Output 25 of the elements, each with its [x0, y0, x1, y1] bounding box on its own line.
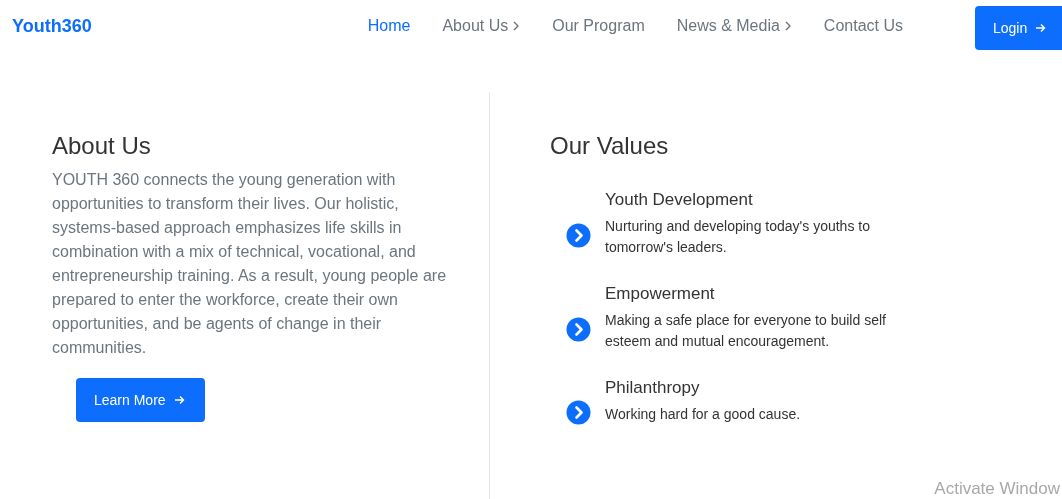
activation-notice: Activate Window: [934, 479, 1060, 499]
chevron-circle-icon: [566, 316, 591, 342]
nav-link[interactable]: Our Program: [552, 17, 645, 35]
about-text: YOUTH 360 connects the young generation with opportunities to transform their lives. Our holistic, systems-based approach emphasizes life skills in combination with a mix of technical, vocational, and entrepreneurship training. As a result, young people are prepared to enter the workforce, create their own opportunities, and be agents of change in their communities.: [52, 170, 448, 358]
chevron-circle-icon: [566, 222, 591, 248]
arrow-icon: [173, 395, 185, 405]
nav-link[interactable]: News & Media: [676, 17, 792, 35]
value-title: Empowerment: [605, 284, 716, 304]
learn-more-button[interactable]: Learn More: [76, 378, 205, 422]
nav-link[interactable]: Home: [367, 17, 411, 35]
section-title: Our Values: [550, 132, 670, 160]
section-title: About Us: [52, 132, 152, 160]
logo[interactable]: Youth360: [12, 15, 92, 37]
value-title: Youth Development: [605, 190, 754, 210]
arrow-icon: [1035, 23, 1047, 33]
nav-link[interactable]: Contact Us: [823, 17, 903, 35]
chevron-circle-icon: [566, 400, 591, 425]
value-text: Nurturing and developing today's youths to tomorrow's leaders.: [605, 217, 871, 257]
value-text: Making a safe place for everyone to build self esteem and mutual encouragement.: [605, 311, 887, 351]
chevron-icon: [512, 21, 521, 31]
chevron-icon: [783, 21, 792, 31]
nav-link[interactable]: About Us: [442, 17, 521, 35]
value-text: Working hard for a good cause.: [605, 405, 802, 424]
value-title: Philanthropy: [605, 378, 701, 398]
login-button[interactable]: Login: [975, 6, 1062, 50]
